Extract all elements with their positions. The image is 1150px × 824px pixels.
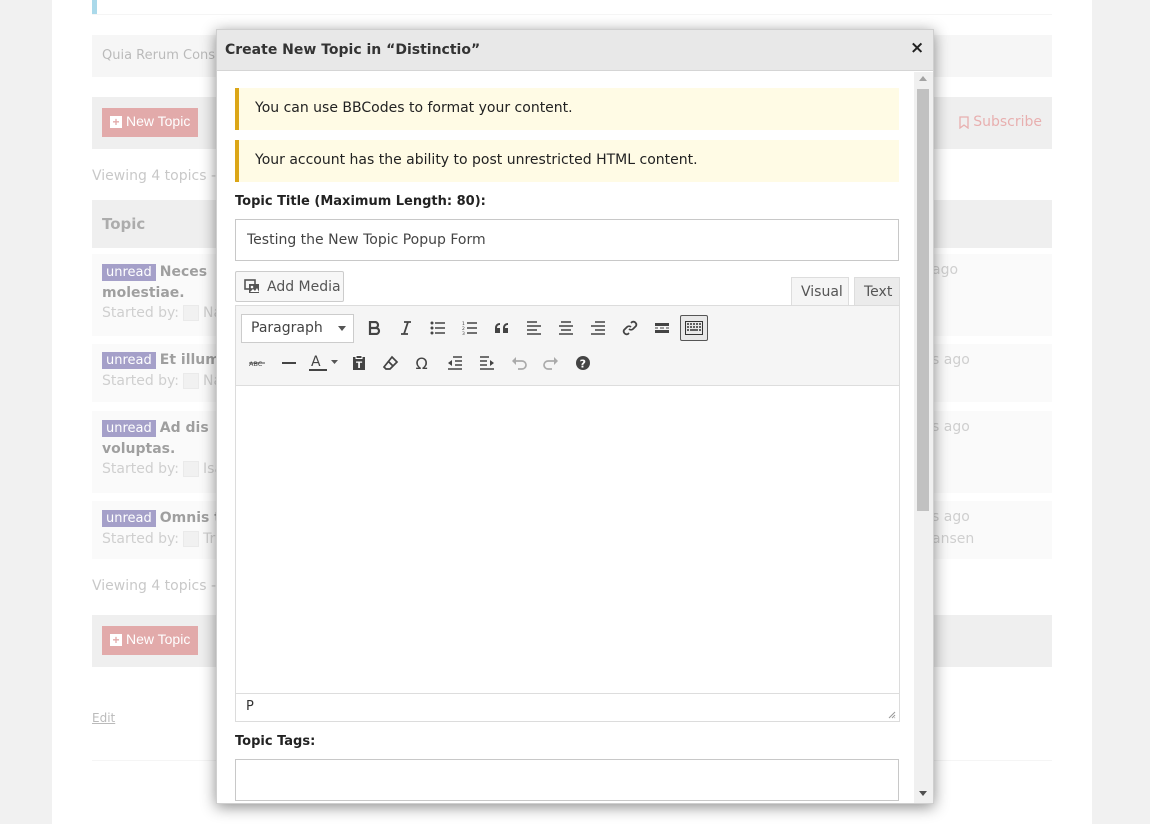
- last-poster[interactable]: ansen: [932, 531, 974, 547]
- freshness[interactable]: s ago: [932, 352, 970, 368]
- add-media-label: Add Media: [267, 278, 341, 295]
- format-select-value: Paragraph: [251, 320, 323, 336]
- bookmark-icon: [959, 115, 969, 129]
- scroll-down-icon[interactable]: [919, 791, 927, 796]
- svg-text:?: ?: [580, 358, 586, 371]
- bold-icon[interactable]: [358, 313, 390, 343]
- paste-text-icon[interactable]: T: [343, 348, 375, 378]
- modal-scrollbar[interactable]: [914, 72, 933, 803]
- numbered-list-icon[interactable]: 123: [454, 313, 486, 343]
- avatar: [183, 373, 200, 389]
- toolbar-toggle-icon[interactable]: [680, 315, 708, 341]
- topic-tags-label: Topic Tags:: [235, 734, 316, 749]
- indent-icon[interactable]: [471, 348, 503, 378]
- strikethrough-icon[interactable]: ABC: [241, 348, 273, 378]
- content-editor: Paragraph 123 ABC A T Ω ? P: [235, 305, 900, 722]
- avatar: [183, 531, 200, 547]
- undo-icon[interactable]: [503, 348, 535, 378]
- topic-title[interactable]: Omnis t: [160, 510, 221, 526]
- started-label: Started by:: [102, 305, 180, 321]
- started-label: Started by:: [102, 373, 180, 389]
- toolbar-row-1: Paragraph 123: [241, 313, 710, 343]
- toolbar-row-2: ABC A T Ω ?: [241, 348, 599, 378]
- bullet-list-icon[interactable]: [422, 313, 454, 343]
- bbcode-notice: You can use BBCodes to format your conte…: [235, 88, 899, 130]
- topic-tags-input[interactable]: [235, 759, 899, 801]
- align-center-icon[interactable]: [550, 313, 582, 343]
- redo-icon[interactable]: [535, 348, 567, 378]
- align-left-icon[interactable]: [518, 313, 550, 343]
- svg-text:Ω: Ω: [416, 355, 428, 371]
- unread-badge: unread: [102, 352, 156, 369]
- topic-title[interactable]: Et illum: [160, 352, 220, 368]
- resize-handle-icon[interactable]: [888, 711, 896, 719]
- new-topic-button-top[interactable]: + New Topic: [102, 108, 199, 137]
- plus-icon: +: [110, 116, 122, 128]
- viewing-count-bottom: Viewing 4 topics - 1: [92, 578, 230, 594]
- freshness[interactable]: ago: [932, 262, 958, 278]
- plus-icon: +: [110, 634, 122, 646]
- topic-title-label: Topic Title (Maximum Length: 80):: [235, 194, 486, 209]
- svg-text:3: 3: [462, 331, 465, 335]
- avatar: [183, 461, 200, 477]
- svg-text:A: A: [311, 354, 321, 370]
- topic-title[interactable]: Neces: [160, 264, 207, 280]
- freshness[interactable]: s ago: [932, 419, 970, 435]
- divider: [92, 14, 1052, 15]
- tab-text[interactable]: Text: [854, 277, 900, 306]
- topic-title-input[interactable]: [235, 219, 899, 261]
- new-topic-modal: Create New Topic in “Distinctio” × You c…: [216, 29, 934, 804]
- text-color-icon[interactable]: A: [305, 348, 343, 378]
- svg-text:T: T: [356, 361, 363, 371]
- svg-text:ABC: ABC: [249, 360, 263, 368]
- topic-title[interactable]: Ad dis: [160, 420, 209, 436]
- editor-statusbar: P: [236, 693, 899, 721]
- align-right-icon[interactable]: [582, 313, 614, 343]
- new-topic-label: New Topic: [126, 113, 191, 129]
- unread-badge: unread: [102, 420, 156, 437]
- top-accent-bar: [92, 0, 97, 14]
- avatar: [183, 305, 200, 321]
- scroll-thumb[interactable]: [917, 89, 929, 511]
- modal-title: Create New Topic in “Distinctio”: [225, 42, 481, 58]
- modal-header: Create New Topic in “Distinctio” ×: [217, 30, 933, 71]
- html-notice: Your account has the ability to post unr…: [235, 140, 899, 182]
- scroll-up-icon[interactable]: [919, 76, 927, 81]
- editor-toolbar: Paragraph 123 ABC A T Ω ?: [236, 306, 899, 386]
- italic-icon[interactable]: [390, 313, 422, 343]
- read-more-icon[interactable]: [646, 313, 678, 343]
- new-topic-label: New Topic: [126, 631, 191, 647]
- tab-visual[interactable]: Visual: [791, 277, 849, 306]
- freshness[interactable]: s ago: [932, 509, 970, 525]
- close-icon[interactable]: ×: [910, 40, 924, 57]
- element-path[interactable]: P: [246, 699, 254, 714]
- edit-link[interactable]: Edit: [92, 711, 115, 725]
- add-media-button[interactable]: Add Media: [235, 271, 344, 302]
- subscribe-label: Subscribe: [973, 114, 1042, 130]
- unread-badge: unread: [102, 510, 156, 527]
- blockquote-icon[interactable]: [486, 313, 518, 343]
- started-label: Started by:: [102, 531, 180, 547]
- modal-body: You can use BBCodes to format your conte…: [217, 72, 914, 803]
- clear-formatting-icon[interactable]: [375, 348, 407, 378]
- chevron-down-icon: [338, 325, 346, 331]
- add-media-icon: [244, 278, 259, 293]
- viewing-count-top: Viewing 4 topics - 1: [92, 168, 230, 184]
- unread-badge: unread: [102, 264, 156, 281]
- started-label: Started by:: [102, 461, 180, 477]
- link-icon[interactable]: [614, 313, 646, 343]
- outdent-icon[interactable]: [439, 348, 471, 378]
- help-icon[interactable]: ?: [567, 348, 599, 378]
- horizontal-line-icon[interactable]: [273, 348, 305, 378]
- editor-content-area[interactable]: [236, 387, 899, 693]
- new-topic-button-bottom[interactable]: + New Topic: [102, 626, 199, 655]
- subscribe-link[interactable]: Subscribe: [959, 114, 1042, 130]
- format-select[interactable]: Paragraph: [241, 313, 354, 343]
- special-character-icon[interactable]: Ω: [407, 348, 439, 378]
